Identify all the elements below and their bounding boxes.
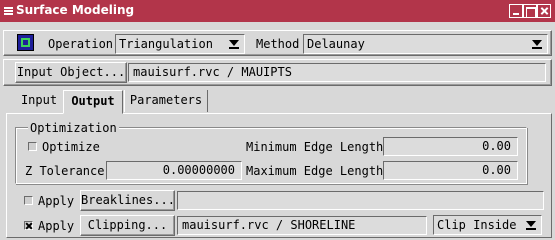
optimize-checkbox[interactable] [28,142,37,151]
operation-selected-value: Triangulation [119,37,213,51]
optimize-label: Optimize [42,140,100,154]
surface-model-icon[interactable] [17,34,34,51]
breaklines-field[interactable] [177,191,544,210]
window-menu-icon[interactable] [4,7,13,15]
minimize-icon[interactable] [509,4,523,18]
window-title: Surface Modeling [16,3,135,17]
clip-mode-selected-value: Clip Inside [437,218,517,232]
tab-output[interactable]: Output [63,90,123,114]
min-edge-label: Minimum Edge Length [246,140,384,154]
max-edge-field[interactable]: 0.00 [383,161,518,180]
clipping-apply-checkbox[interactable] [24,221,33,230]
chevron-down-icon[interactable] [226,37,242,51]
breaklines-apply-checkbox[interactable] [24,196,33,205]
close-icon[interactable] [537,4,551,18]
maximize-icon[interactable] [523,4,537,18]
tab-parameters[interactable]: Parameters [124,90,208,112]
optimization-group-label: Optimization [28,121,119,135]
method-label: Method [256,37,300,51]
input-object-button[interactable]: Input Object... [15,62,127,83]
tab-input[interactable]: Input [14,90,64,112]
chevron-down-icon[interactable] [523,218,539,232]
method-selected-value: Delaunay [307,37,365,51]
breaklines-apply-label: Apply [38,194,75,208]
clip-mode-select[interactable]: Clip Inside [433,215,542,235]
clipping-apply-label: Apply [38,219,75,233]
method-select[interactable]: Delaunay [303,34,548,54]
chevron-down-icon[interactable] [529,37,545,51]
input-object-field[interactable]: mauisurf.rvc / MAUIPTS [128,63,546,82]
operation-label: Operation [48,37,114,51]
max-edge-label: Maximum Edge Length [246,164,384,178]
ztol-field[interactable]: 0.00000000 [106,161,242,180]
title-bar: Surface Modeling [0,0,555,22]
clipping-field[interactable]: mauisurf.rvc / SHORELINE [177,216,427,235]
surface-modeling-window: Surface Modeling Operation Triangulation… [0,0,555,240]
operation-select[interactable]: Triangulation [115,34,245,54]
min-edge-field[interactable]: 0.00 [383,137,518,156]
clipping-button[interactable]: Clipping... [80,215,175,236]
breaklines-button[interactable]: Breaklines... [80,190,175,211]
ztol-label: Z Tolerance [25,164,105,178]
